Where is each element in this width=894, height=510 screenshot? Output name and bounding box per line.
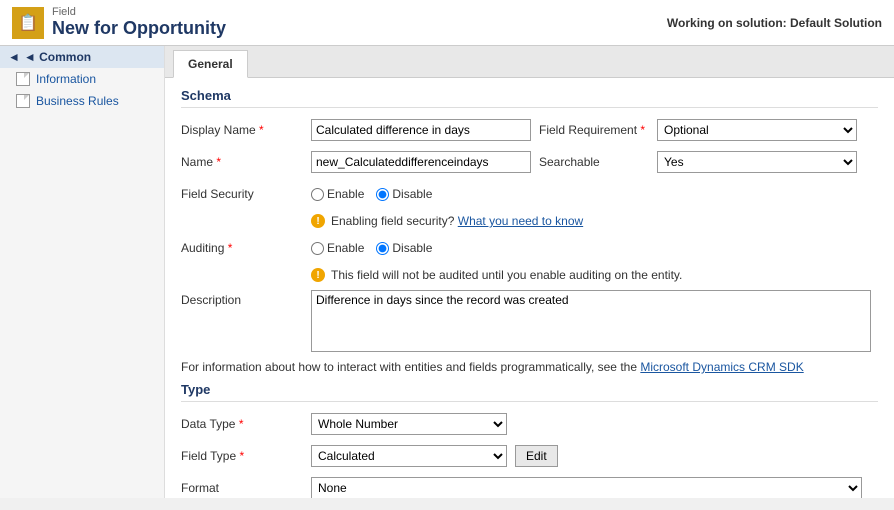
- tabs-bar: General: [165, 46, 894, 78]
- name-row: Name * Searchable Yes No: [181, 150, 878, 174]
- field-type-control: Simple Calculated Rollup Edit: [311, 445, 878, 467]
- header-left: 📋 Field New for Opportunity: [12, 6, 226, 39]
- auditing-enable-radio[interactable]: [311, 242, 324, 255]
- edit-button[interactable]: Edit: [515, 445, 558, 467]
- header-bar: 📋 Field New for Opportunity Working on s…: [0, 0, 894, 46]
- display-name-label: Display Name *: [181, 123, 311, 137]
- sidebar-section-common: ◄ ◄ Common: [0, 46, 164, 68]
- sdk-link[interactable]: Microsoft Dynamics CRM SDK: [640, 360, 803, 374]
- sidebar-collapse-icon[interactable]: ◄: [8, 50, 20, 64]
- sidebar-item-information[interactable]: Information: [0, 68, 164, 90]
- field-type-select[interactable]: Simple Calculated Rollup: [311, 445, 507, 467]
- field-security-warning-row: ! Enabling field security? What you need…: [311, 214, 878, 228]
- description-textarea[interactable]: Difference in days since the record was …: [311, 290, 871, 352]
- schema-section-header: Schema: [181, 88, 878, 108]
- field-security-enable-option[interactable]: Enable: [311, 187, 364, 201]
- sidebar-item-business-rules[interactable]: Business Rules: [0, 90, 164, 112]
- auditing-radio-group: Enable Disable: [311, 241, 432, 255]
- description-row: Description Difference in days since the…: [181, 290, 878, 352]
- field-security-label: Field Security: [181, 187, 311, 201]
- header-title: New for Opportunity: [52, 18, 226, 39]
- main-layout: ◄ ◄ Common Information Business Rules Ge…: [0, 46, 894, 498]
- auditing-row: Auditing * Enable Disable: [181, 236, 878, 260]
- field-requirement-label: Field Requirement *: [539, 123, 649, 137]
- auditing-enable-option[interactable]: Enable: [311, 241, 364, 255]
- field-security-control: Enable Disable: [311, 187, 878, 201]
- field-security-warning-icon: !: [311, 214, 325, 228]
- auditing-warning-icon: !: [311, 268, 325, 282]
- info-row: For information about how to interact wi…: [181, 360, 878, 374]
- information-page-icon: [16, 72, 30, 86]
- sidebar-item-business-rules-label: Business Rules: [36, 94, 119, 108]
- header-subtitle: Field: [52, 6, 226, 18]
- auditing-control: Enable Disable: [311, 241, 878, 255]
- format-label: Format: [181, 481, 311, 495]
- header-title-block: Field New for Opportunity: [52, 6, 226, 39]
- business-rules-page-icon: [16, 94, 30, 108]
- display-name-required: *: [259, 123, 264, 137]
- description-label: Description: [181, 290, 311, 307]
- type-section-header: Type: [181, 382, 878, 402]
- field-security-enable-radio[interactable]: [311, 188, 324, 201]
- name-required: *: [216, 155, 221, 169]
- data-type-row: Data Type * Whole Number Single Line of …: [181, 412, 878, 436]
- auditing-disable-option[interactable]: Disable: [376, 241, 432, 255]
- field-type-row: Field Type * Simple Calculated Rollup Ed…: [181, 444, 878, 468]
- sidebar-item-information-label: Information: [36, 72, 96, 86]
- searchable-select[interactable]: Yes No: [657, 151, 857, 173]
- description-control: Difference in days since the record was …: [311, 290, 878, 352]
- header-icon: 📋: [12, 7, 44, 39]
- field-security-row: Field Security Enable Disable: [181, 182, 878, 206]
- working-on-label: Working on solution: Default Solution: [667, 16, 882, 30]
- field-security-warning-link[interactable]: What you need to know: [458, 214, 583, 228]
- sidebar: ◄ ◄ Common Information Business Rules: [0, 46, 165, 498]
- field-security-disable-option[interactable]: Disable: [376, 187, 432, 201]
- field-security-warning-text: Enabling field security? What you need t…: [331, 214, 583, 228]
- sidebar-section-label: ◄ Common: [24, 50, 91, 64]
- data-type-control: Whole Number Single Line of Text Two Opt…: [311, 413, 878, 435]
- header-icon-symbol: 📋: [18, 13, 38, 33]
- display-name-control: Field Requirement * Optional Business Re…: [311, 119, 878, 141]
- auditing-label: Auditing *: [181, 241, 311, 255]
- tab-general[interactable]: General: [173, 50, 248, 78]
- field-security-radio-group: Enable Disable: [311, 187, 432, 201]
- auditing-disable-radio[interactable]: [376, 242, 389, 255]
- auditing-warning-text: This field will not be audited until you…: [331, 268, 682, 282]
- name-input[interactable]: [311, 151, 531, 173]
- auditing-warning-row: ! This field will not be audited until y…: [311, 268, 878, 282]
- name-control: Searchable Yes No: [311, 151, 878, 173]
- format-select[interactable]: None Duration Time Zone Language: [311, 477, 862, 498]
- data-type-label: Data Type *: [181, 417, 311, 431]
- format-row: Format None Duration Time Zone Language: [181, 476, 878, 498]
- field-requirement-select[interactable]: Optional Business Required Business Reco…: [657, 119, 857, 141]
- searchable-label: Searchable: [539, 155, 649, 169]
- display-name-input[interactable]: [311, 119, 531, 141]
- display-name-row: Display Name * Field Requirement * Optio…: [181, 118, 878, 142]
- field-security-disable-radio[interactable]: [376, 188, 389, 201]
- data-type-select[interactable]: Whole Number Single Line of Text Two Opt…: [311, 413, 507, 435]
- name-label: Name *: [181, 155, 311, 169]
- field-type-label: Field Type *: [181, 449, 311, 463]
- content-area: General Schema Display Name * Field Requ…: [165, 46, 894, 498]
- form-content: Schema Display Name * Field Requirement …: [165, 78, 894, 498]
- format-control: None Duration Time Zone Language: [311, 477, 878, 498]
